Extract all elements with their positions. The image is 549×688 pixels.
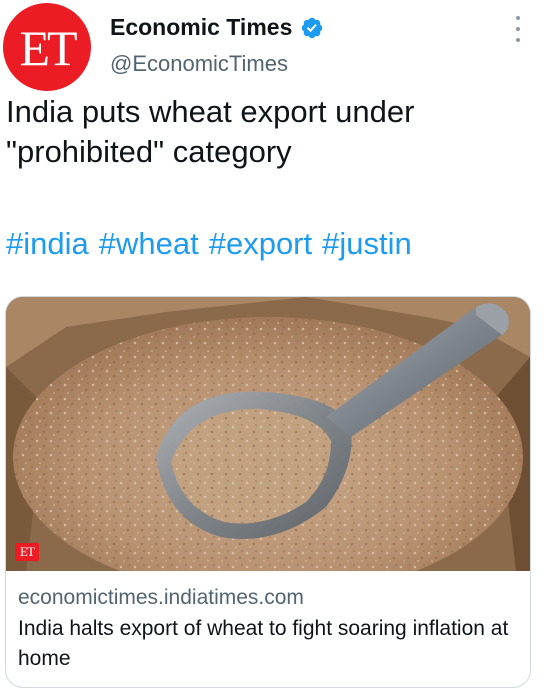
hashtag-list: #india #wheat #export #justin [6,226,422,262]
avatar[interactable]: ET [3,3,91,91]
account-name[interactable]: Economic Times [110,14,292,41]
tweet-text: India puts wheat export under "prohibite… [6,94,415,170]
card-domain: economictimes.indiatimes.com [18,586,304,609]
wheat-bran-image [6,297,530,571]
hashtag-link[interactable]: #export [209,226,312,261]
card-meta: economictimes.indiatimes.com India halts… [6,571,530,674]
account-handle[interactable]: @EconomicTimes [110,51,288,77]
card-image[interactable]: ET [6,297,530,571]
hashtag-link[interactable]: #justin [322,226,412,261]
card-title[interactable]: India halts export of wheat to fight soa… [18,614,518,674]
hashtag-link[interactable]: #india [6,226,89,261]
avatar-logo: ET [19,20,77,76]
verified-badge-icon [302,17,323,38]
link-card[interactable]: ET economictimes.indiatimes.com India ha… [5,296,531,688]
hashtag-link[interactable]: #wheat [99,226,199,261]
more-options-icon[interactable] [510,16,526,42]
et-badge-logo: ET [15,543,39,561]
account-name-row: Economic Times [110,14,324,41]
